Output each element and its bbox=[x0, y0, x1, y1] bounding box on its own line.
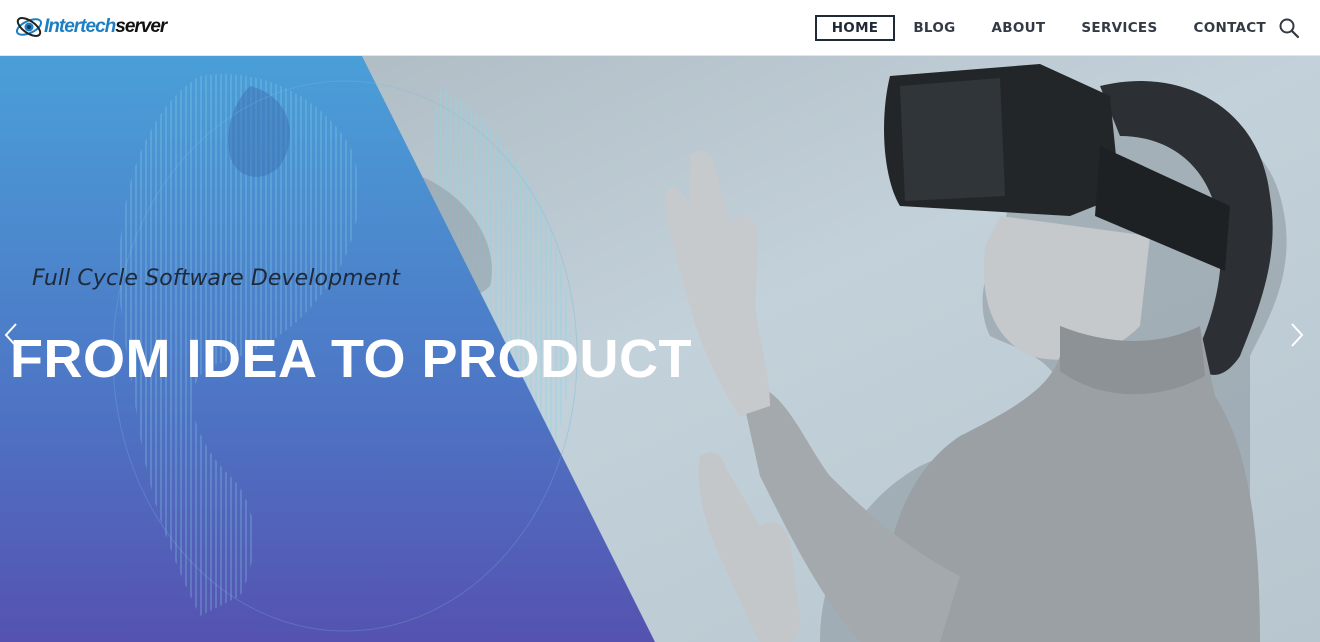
nav-contact[interactable]: CONTACT bbox=[1193, 17, 1266, 39]
nav-about[interactable]: ABOUT bbox=[992, 17, 1046, 39]
nav-home[interactable]: HOME bbox=[814, 15, 896, 41]
chevron-right-icon[interactable] bbox=[1286, 320, 1308, 350]
site-header: Intertechserver HOME BLOG ABOUT SERVICES… bbox=[0, 0, 1320, 56]
logo-wordmark: Intertechserver bbox=[44, 16, 167, 38]
hero-caption: Full Cycle Software Development FROM IDE… bbox=[10, 56, 710, 642]
page: Intertechserver HOME BLOG ABOUT SERVICES… bbox=[0, 0, 1320, 642]
chevron-left-icon[interactable] bbox=[0, 320, 22, 350]
hero-headline: FROM IDEA TO PRODUCT bbox=[10, 329, 692, 389]
logo-text-part2: server bbox=[115, 16, 167, 37]
nav-blog[interactable]: BLOG bbox=[913, 17, 955, 39]
nav-services[interactable]: SERVICES bbox=[1081, 17, 1157, 39]
main-nav: HOME BLOG ABOUT SERVICES CONTACT bbox=[814, 15, 1266, 41]
logo-text-part1: Intertech bbox=[44, 16, 116, 37]
hero-subtitle: Full Cycle Software Development bbox=[32, 266, 401, 291]
search-icon[interactable] bbox=[1278, 17, 1300, 39]
site-logo[interactable]: Intertechserver bbox=[14, 10, 167, 44]
atom-logo-icon bbox=[15, 17, 43, 37]
hero-slider: Full Cycle Software Development FROM IDE… bbox=[0, 56, 1320, 642]
